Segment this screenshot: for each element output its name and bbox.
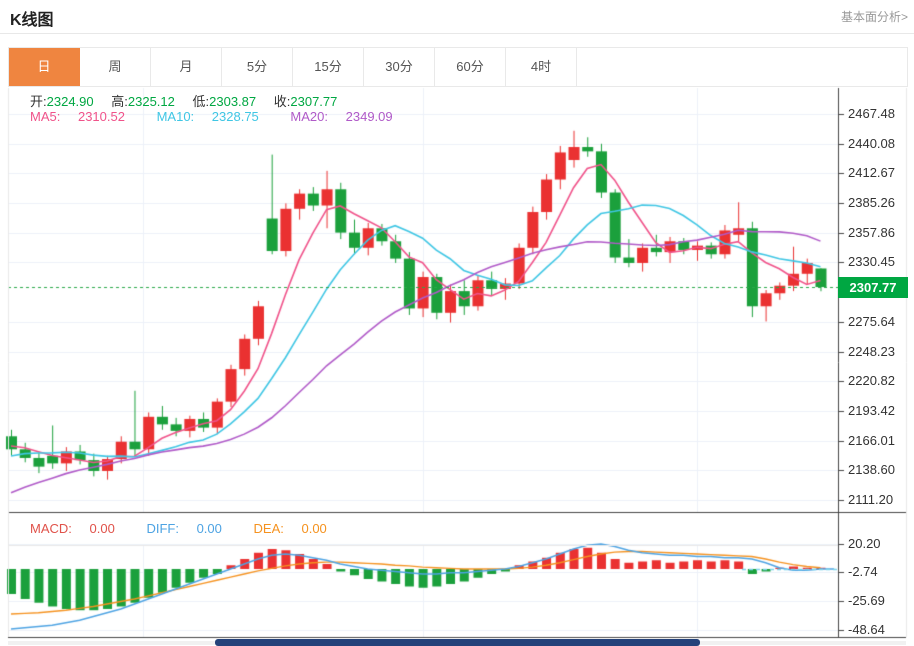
price-tick-label: 2412.67 [848,165,895,180]
macd-readout: MACD: 0.00 DIFF: 0.00 DEA: 0.00 [30,521,355,536]
price-tick-label: 2193.42 [848,403,895,418]
tab-month[interactable]: 月 [151,48,222,86]
ma5-value: 2310.52 [77,109,125,124]
tab-15min[interactable]: 15分 [293,48,364,86]
ma-readout: MA5: 2310.52 MA10: 2328.75 MA20: 2349.09 [30,109,421,124]
ohlc-readout: 开:2324.90 高:2325.12 低:2303.87 收:2307.77 [30,91,351,110]
current-price-badge: 2307.77 [838,276,908,298]
macd-tick-label: -48.64 [848,622,885,637]
high-label: 高: [111,94,128,109]
ma20-label: MA20: [290,109,328,124]
high-value: 2325.12 [127,94,175,109]
price-tick-label: 2440.08 [848,136,895,151]
dea-label: DEA: [253,521,284,536]
price-tick-label: 2467.48 [848,106,895,121]
price-tick-label: 2385.26 [848,195,895,210]
dea-value: 0.00 [301,521,327,536]
macd-tick-label: 20.20 [848,536,881,551]
tab-60min[interactable]: 60分 [435,48,506,86]
price-tick-label: 2357.86 [848,225,895,240]
macd-tick-label: -2.74 [848,564,878,579]
price-tick-label: 2166.01 [848,433,895,448]
price-tick-label: 2248.23 [848,344,895,359]
price-tick-label: 2138.60 [848,462,895,477]
price-tick-label: 2330.45 [848,254,895,269]
low-value: 2303.87 [209,94,257,109]
diff-value: 0.00 [196,521,222,536]
ma10-label: MA10: [156,109,195,124]
kline-page: K线图 基本面分析> 日 周 月 5分 15分 30分 60分 4时 开:232… [0,0,914,646]
price-tick-label: 2220.82 [848,373,895,388]
tab-5min[interactable]: 5分 [222,48,293,86]
close-label: 收: [273,94,291,109]
timeframe-tabs: 日 周 月 5分 15分 30分 60分 4时 [8,47,908,87]
ma20-value: 2349.09 [345,109,393,124]
ma10-value: 2328.75 [211,109,259,124]
macd-tick-label: -25.69 [848,593,885,608]
tab-day[interactable]: 日 [9,48,80,86]
page-title: K线图 [10,12,54,29]
price-tick-label: 2111.20 [848,492,894,507]
chart-scrollbar-thumb[interactable] [215,639,700,646]
tab-week[interactable]: 周 [80,48,151,86]
fundamental-analysis-link[interactable]: 基本面分析> [841,8,908,25]
tab-30min[interactable]: 30分 [364,48,435,86]
macd-value: 0.00 [89,521,115,536]
low-label: 低: [192,94,210,109]
price-tick-label: 2275.64 [848,314,895,329]
close-value: 2307.77 [290,94,338,109]
macd-label: MACD: [30,521,72,536]
open-value: 2324.90 [46,94,94,109]
ma5-label: MA5: [30,109,61,124]
diff-label: DIFF: [146,521,179,536]
tab-4hour[interactable]: 4时 [506,48,577,86]
open-label: 开: [30,94,47,109]
header-divider [0,33,914,34]
